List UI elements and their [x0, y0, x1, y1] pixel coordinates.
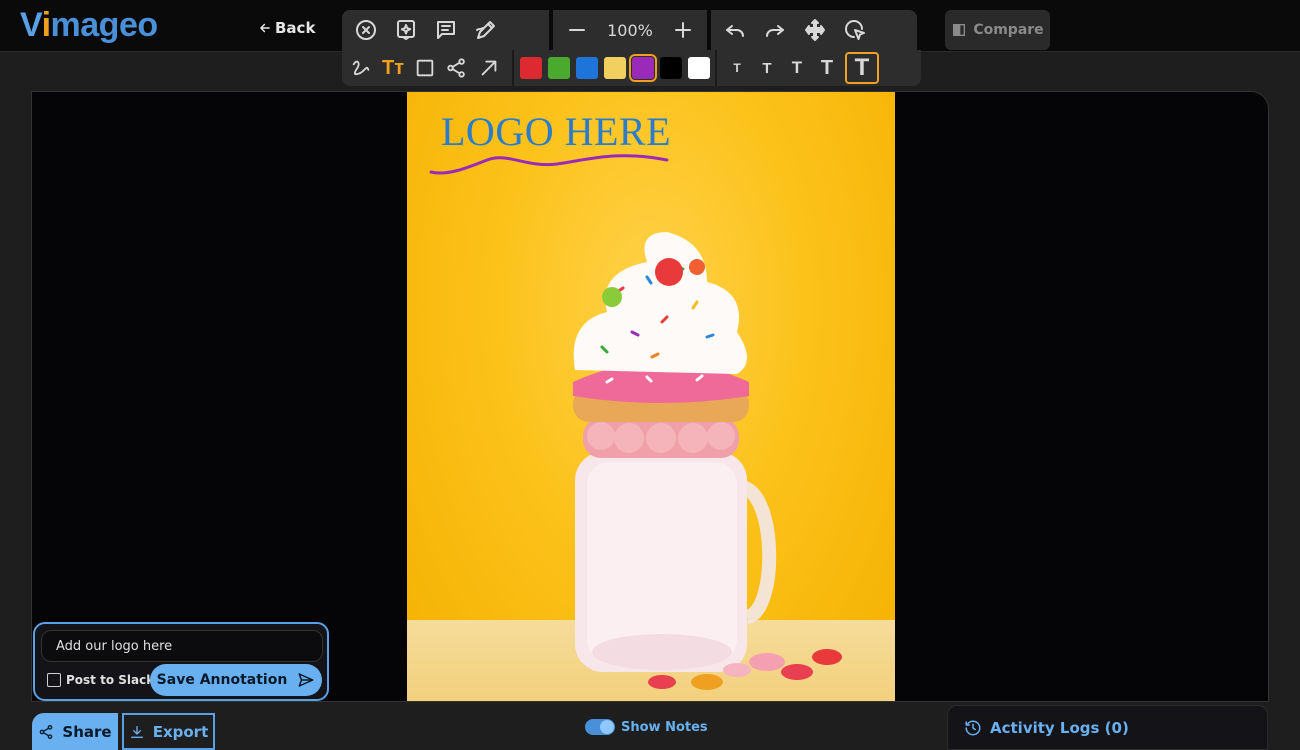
send-icon	[298, 673, 314, 687]
text-size-5[interactable]: T	[845, 52, 879, 84]
arrow-icon[interactable]	[473, 52, 505, 84]
connector-icon[interactable]	[441, 52, 473, 84]
arrow-left-icon	[260, 23, 270, 33]
toolbar-secondary: Tт T T T T T	[342, 50, 921, 86]
zoom-in-icon[interactable]	[667, 14, 699, 46]
color-swatch-yellow[interactable]	[604, 57, 626, 79]
text-size-1[interactable]: T	[725, 53, 749, 83]
close-circle-icon[interactable]	[350, 14, 382, 46]
color-swatch-green[interactable]	[548, 57, 570, 79]
zoom-level: 100%	[607, 20, 653, 40]
rectangle-icon[interactable]	[409, 52, 441, 84]
back-button[interactable]: Back	[258, 19, 315, 37]
toggle-switch[interactable]	[585, 719, 615, 735]
text-size-3[interactable]: T	[785, 53, 809, 83]
milkshake-illustration	[573, 232, 842, 690]
color-palette	[512, 50, 717, 86]
save-annotation-button[interactable]: Save Annotation	[150, 664, 322, 696]
history-icon	[965, 720, 981, 735]
text-tool-icon[interactable]: Tт	[377, 52, 409, 84]
save-annotation-label: Save Annotation	[156, 672, 288, 688]
color-swatch-red[interactable]	[520, 57, 542, 79]
compare-label: Compare	[973, 22, 1044, 38]
back-label: Back	[275, 19, 316, 37]
annotation-comment-input[interactable]	[41, 630, 323, 662]
toolbar-group-history	[711, 10, 917, 50]
select-pointer-icon[interactable]	[839, 14, 871, 46]
share-button[interactable]: Share	[32, 713, 118, 750]
activity-logs-button[interactable]: Activity Logs (0)	[947, 705, 1268, 750]
text-size-4[interactable]: T	[815, 53, 839, 83]
compare-icon	[953, 24, 966, 36]
annotation-canvas[interactable]: LOGO HERE	[31, 91, 1269, 702]
comment-icon[interactable]	[430, 14, 462, 46]
freehand-icon[interactable]	[345, 52, 377, 84]
color-swatch-black[interactable]	[660, 57, 682, 79]
export-label: Export	[152, 722, 209, 741]
app-logo[interactable]: Vimageo	[20, 6, 158, 46]
milkshake-photo[interactable]: LOGO HERE	[407, 92, 895, 701]
activity-logs-label: Activity Logs (0)	[990, 718, 1129, 737]
drawing-tools: Tт	[342, 50, 512, 86]
post-to-slack-label: Post to Slack	[66, 673, 155, 687]
checkbox-box[interactable]	[47, 673, 61, 687]
share-icon	[40, 724, 53, 739]
color-swatch-purple[interactable]	[629, 54, 657, 82]
color-swatch-blue[interactable]	[576, 57, 598, 79]
ai-sparkle-icon[interactable]	[390, 14, 422, 46]
toolbar-group-tools	[342, 10, 549, 50]
share-label: Share	[62, 722, 112, 741]
show-notes-label: Show Notes	[621, 719, 708, 735]
color-swatch-white[interactable]	[688, 57, 710, 79]
text-size-2[interactable]: T	[755, 53, 779, 83]
undo-icon[interactable]	[719, 14, 751, 46]
download-icon	[130, 725, 143, 738]
pen-edit-icon[interactable]	[470, 14, 502, 46]
compare-button[interactable]: Compare	[945, 10, 1050, 50]
toolbar-group-zoom: 100%	[553, 10, 707, 50]
annotation-form: Post to Slack Save Annotation	[33, 622, 329, 701]
zoom-out-icon[interactable]	[561, 14, 593, 46]
text-size-options: T T T T T	[717, 50, 883, 86]
toolbar-primary: 100%	[342, 10, 917, 50]
redo-icon[interactable]	[759, 14, 791, 46]
post-to-slack-checkbox[interactable]: Post to Slack	[47, 673, 154, 687]
move-icon[interactable]	[799, 14, 831, 46]
show-notes-toggle[interactable]: Show Notes	[585, 719, 708, 735]
export-button[interactable]: Export	[122, 713, 215, 750]
